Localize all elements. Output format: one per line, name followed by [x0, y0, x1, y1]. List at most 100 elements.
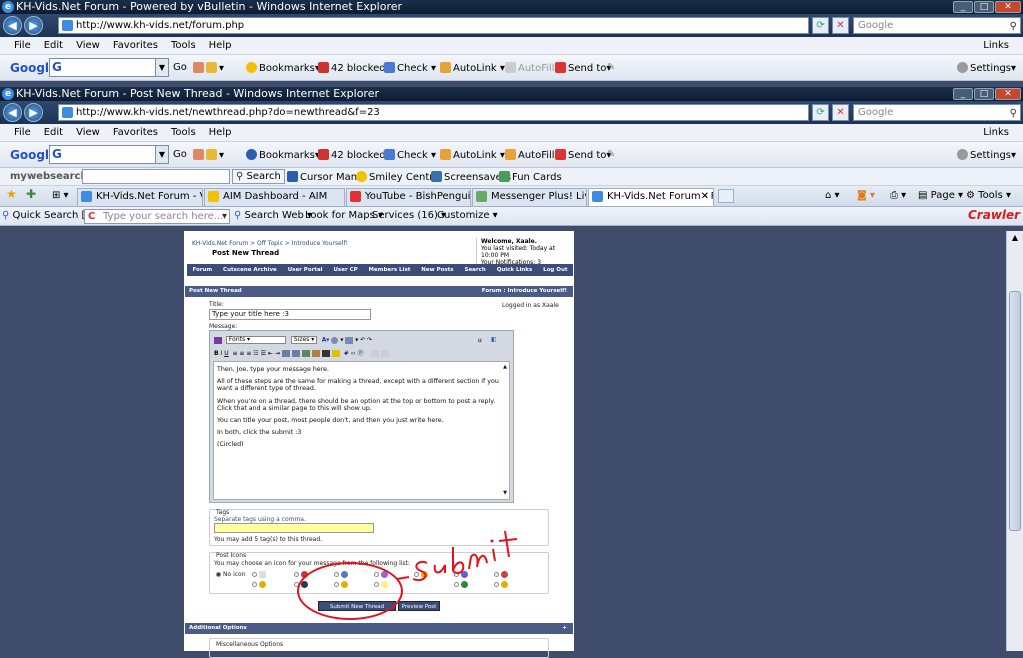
- refresh-button[interactable]: ⟳: [812, 17, 829, 34]
- tab-messenger-plus[interactable]: Messenger Plus! Live - The...: [472, 188, 587, 206]
- google-search-input[interactable]: G ▼: [49, 58, 169, 77]
- unlink-icon[interactable]: [291, 350, 300, 357]
- smilie-icon[interactable]: [331, 336, 339, 344]
- page-menu[interactable]: ▤ Page ▾: [918, 190, 963, 201]
- crawler-search-input[interactable]: Type your search here... C ▾: [84, 209, 230, 224]
- title-input[interactable]: Type your title here :3: [209, 309, 371, 320]
- settings-button[interactable]: Settings▾: [957, 62, 1016, 74]
- image-icon[interactable]: [311, 350, 320, 357]
- textarea-scroll-up-icon[interactable]: ▲: [503, 364, 507, 371]
- toolbar-extras-icon[interactable]: ▾: [193, 149, 224, 161]
- icon-radio[interactable]: [294, 572, 299, 577]
- autolink-button[interactable]: AutoLink ▾: [440, 149, 505, 161]
- nav-search[interactable]: Search: [464, 267, 485, 273]
- autofill-button[interactable]: AutoFill: [505, 62, 555, 74]
- align-center-icon[interactable]: ≡: [239, 350, 244, 357]
- undo-icon[interactable]: ↶: [360, 337, 365, 344]
- tags-input[interactable]: [214, 523, 374, 533]
- close-tab-icon[interactable]: ✕: [701, 189, 709, 205]
- tab-kh-vids-view[interactable]: KH-Vids.Net Forum - View...: [77, 188, 203, 206]
- menu-tools[interactable]: Tools: [171, 127, 196, 138]
- forum-name[interactable]: Forum : Introduce Yourself!: [482, 286, 567, 297]
- favorites-star-icon[interactable]: ★: [6, 187, 17, 201]
- bold-button[interactable]: B: [214, 350, 219, 357]
- menu-file[interactable]: File: [14, 40, 31, 51]
- menu-file[interactable]: File: [14, 127, 31, 138]
- maximize-button[interactable]: □: [974, 88, 994, 100]
- toolbar-extras-icon[interactable]: ▾: [193, 62, 224, 74]
- nav-cutscene-archive[interactable]: Cutscene Archive: [223, 267, 277, 273]
- address-bar[interactable]: http://www.kh-vids.net/newthread.php?do=…: [58, 104, 809, 121]
- nav-quick-links[interactable]: Quick Links: [497, 267, 533, 273]
- bookmarks-button[interactable]: Bookmarks▾: [246, 62, 320, 74]
- spellcheck-button[interactable]: Check ▾: [384, 149, 436, 161]
- nav-members-list[interactable]: Members List: [369, 267, 411, 273]
- google-search-input[interactable]: G ▼: [49, 145, 169, 164]
- close-button[interactable]: ✕: [995, 88, 1021, 100]
- page-scrollbar[interactable]: ▲: [1006, 231, 1023, 651]
- breadcrumb[interactable]: KH-Vids.Net Forum > Off Topic > Introduc…: [192, 240, 348, 247]
- search-box[interactable]: Google ⚲: [853, 17, 1021, 34]
- remove-format-icon[interactable]: [214, 336, 222, 344]
- forward-button[interactable]: ▶: [24, 103, 43, 122]
- align-left-icon[interactable]: ≡: [232, 350, 237, 357]
- add-favorite-icon[interactable]: ✚: [26, 187, 36, 201]
- nav-forum[interactable]: Forum: [192, 267, 212, 273]
- nav-log-out[interactable]: Log Out: [543, 267, 567, 273]
- links-button[interactable]: Links: [983, 40, 1009, 51]
- services-button[interactable]: Services (16) ▾: [372, 210, 446, 221]
- forward-button[interactable]: ▶: [24, 16, 43, 35]
- message-textarea[interactable]: Then, Joe, type your message here. All o…: [213, 361, 510, 500]
- mywebsearch-search-button[interactable]: ⚲ Search: [232, 169, 285, 184]
- menu-edit[interactable]: Edit: [44, 40, 63, 51]
- email-icon[interactable]: [301, 350, 310, 357]
- minimize-button[interactable]: _: [953, 88, 973, 100]
- indent-icon[interactable]: ⇥: [275, 350, 280, 357]
- menu-favorites[interactable]: Favorites: [113, 40, 158, 51]
- print-icon[interactable]: ⎙ ▾: [890, 190, 906, 201]
- google-go-button[interactable]: Go: [173, 149, 187, 160]
- home-icon[interactable]: ⌂ ▾: [825, 190, 840, 201]
- quote-icon[interactable]: [331, 350, 340, 357]
- customize-button[interactable]: Customize ▾: [437, 210, 498, 221]
- minimize-button[interactable]: _: [953, 1, 973, 13]
- menu-edit[interactable]: Edit: [44, 127, 63, 138]
- scroll-up-icon[interactable]: ▲: [1009, 233, 1021, 245]
- preview-post-button[interactable]: Preview Post: [398, 601, 440, 611]
- redo-icon[interactable]: ↷: [367, 337, 372, 344]
- size-select[interactable]: Sizes ▾: [290, 336, 317, 344]
- chevron-down-icon[interactable]: ▼: [155, 146, 168, 163]
- icon-radio[interactable]: [252, 572, 257, 577]
- bookmarks-button[interactable]: Bookmarks▾: [246, 149, 320, 161]
- align-right-icon[interactable]: ≡: [246, 350, 251, 357]
- expand-icon[interactable]: +: [562, 623, 567, 634]
- autolink-button[interactable]: AutoLink ▾: [440, 62, 505, 74]
- autofill-button[interactable]: AutoFill: [505, 149, 555, 161]
- nav-new-posts[interactable]: New Posts: [421, 267, 453, 273]
- mywebsearch-input[interactable]: [82, 169, 230, 184]
- attach-icon[interactable]: [345, 336, 354, 344]
- stop-button[interactable]: ✕: [832, 104, 849, 121]
- unordered-list-icon[interactable]: ☰: [261, 350, 266, 357]
- menu-favorites[interactable]: Favorites: [113, 127, 158, 138]
- underline-button[interactable]: U: [224, 350, 228, 357]
- textarea-scroll-down-icon[interactable]: ▼: [503, 490, 507, 497]
- sendto-button[interactable]: Send to▾: [555, 62, 611, 74]
- refresh-button[interactable]: ⟳: [812, 104, 829, 121]
- address-bar[interactable]: http://www.kh-vids.net/forum.php: [58, 17, 809, 34]
- google-go-button[interactable]: Go: [173, 62, 187, 73]
- collapse-icon[interactable]: [381, 350, 390, 357]
- search-icon[interactable]: ⚲: [1010, 19, 1017, 34]
- quick-tabs-icon[interactable]: ⊞ ▾: [52, 190, 69, 201]
- close-button[interactable]: ✕: [995, 1, 1021, 13]
- search-web-button[interactable]: ⚲ Search Web ▾: [234, 210, 312, 221]
- settings-button[interactable]: Settings▾: [957, 149, 1016, 161]
- maximize-button[interactable]: □: [974, 1, 994, 13]
- sendto-button[interactable]: Send to▾: [555, 149, 611, 161]
- video-icon[interactable]: [321, 350, 330, 357]
- search-box[interactable]: Google ⚲: [853, 104, 1021, 121]
- code-icon[interactable]: #: [344, 350, 349, 357]
- popup-blocked-button[interactable]: 42 blocked: [318, 149, 386, 161]
- menu-help[interactable]: Help: [209, 40, 232, 51]
- feeds-icon[interactable]: ◙ ▾: [857, 190, 875, 201]
